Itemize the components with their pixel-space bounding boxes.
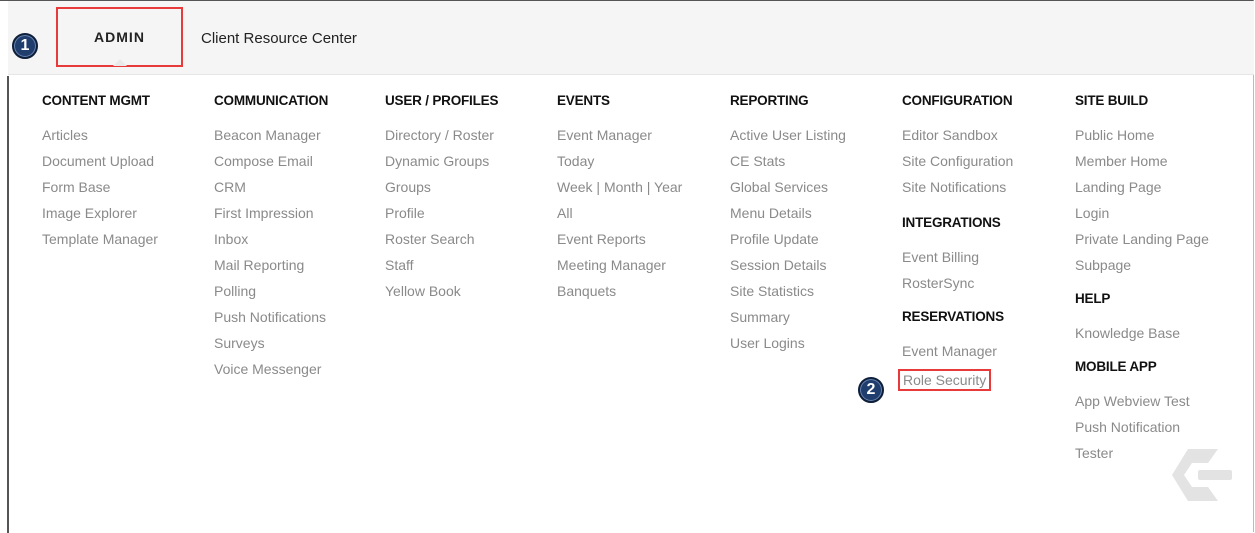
- menu-item-groups[interactable]: Groups: [385, 179, 498, 205]
- menu-item-site-configuration[interactable]: Site Configuration: [902, 153, 1013, 179]
- brand-logo-icon: [1172, 449, 1232, 501]
- menu-item-push-notifications[interactable]: Push Notifications: [214, 309, 328, 335]
- menu-item-active-user-listing[interactable]: Active User Listing: [730, 127, 846, 153]
- menu-heading-communication: COMMUNICATION: [214, 93, 329, 108]
- menu-item-subpage[interactable]: Subpage: [1075, 257, 1209, 283]
- menu-item-today[interactable]: Today: [557, 153, 682, 179]
- menu-column-user-profiles: USER / PROFILES Directory / Roster Dynam…: [385, 93, 498, 309]
- menu-item-template-manager[interactable]: Template Manager: [42, 231, 158, 257]
- menu-item-roster-search[interactable]: Roster Search: [385, 231, 498, 257]
- menu-item-event-reports[interactable]: Event Reports: [557, 231, 682, 257]
- menu-column-configuration: CONFIGURATION Editor Sandbox Site Config…: [898, 93, 1013, 395]
- menu-item-meeting-manager[interactable]: Meeting Manager: [557, 257, 682, 283]
- menu-column-content-mgmt: CONTENT MGMT Articles Document Upload Fo…: [42, 93, 158, 257]
- menu-item-week-month-year[interactable]: Week | Month | Year: [557, 179, 682, 205]
- menu-heading-reporting: REPORTING: [730, 93, 809, 108]
- menu-item-directory-roster[interactable]: Directory / Roster: [385, 127, 498, 153]
- menu-item-login[interactable]: Login: [1075, 205, 1209, 231]
- menu-item-reservations-event-manager[interactable]: Event Manager: [902, 343, 1013, 369]
- menu-item-articles[interactable]: Articles: [42, 127, 158, 153]
- menu-item-voice-messenger[interactable]: Voice Messenger: [214, 361, 328, 387]
- menu-item-surveys[interactable]: Surveys: [214, 335, 328, 361]
- menu-item-public-home[interactable]: Public Home: [1075, 127, 1209, 153]
- menu-item-beacon-manager[interactable]: Beacon Manager: [214, 127, 328, 153]
- menu-item-profile[interactable]: Profile: [385, 205, 498, 231]
- menu-heading-user-profiles: USER / PROFILES: [385, 93, 499, 108]
- menu-item-knowledge-base[interactable]: Knowledge Base: [1075, 325, 1209, 351]
- menu-heading-events: EVENTS: [557, 93, 610, 108]
- menu-item-yellow-book[interactable]: Yellow Book: [385, 283, 498, 309]
- menu-item-user-logins[interactable]: User Logins: [730, 335, 846, 361]
- menu-heading-help: HELP: [1075, 291, 1111, 306]
- menu-item-role-security[interactable]: Role Security: [898, 369, 992, 391]
- menu-heading-content-mgmt: CONTENT MGMT: [42, 93, 150, 108]
- menu-item-profile-update[interactable]: Profile Update: [730, 231, 846, 257]
- step-badge-2: 2: [858, 377, 884, 403]
- dropdown-caret-icon: [112, 59, 127, 66]
- menu-item-summary[interactable]: Summary: [730, 309, 846, 335]
- menu-item-first-impression[interactable]: First Impression: [214, 205, 328, 231]
- menu-item-polling[interactable]: Polling: [214, 283, 328, 309]
- menu-item-event-manager[interactable]: Event Manager: [557, 127, 682, 153]
- menu-heading-configuration: CONFIGURATION: [902, 93, 1013, 108]
- menu-item-all[interactable]: All: [557, 205, 682, 231]
- nav-tab-admin[interactable]: ADMIN: [56, 7, 183, 67]
- menu-item-landing-page[interactable]: Landing Page: [1075, 179, 1209, 205]
- menu-item-crm[interactable]: CRM: [214, 179, 328, 205]
- menu-item-image-explorer[interactable]: Image Explorer: [42, 205, 158, 231]
- menu-heading-reservations: RESERVATIONS: [902, 309, 1004, 324]
- menu-heading-site-build: SITE BUILD: [1075, 93, 1149, 108]
- menu-column-communication: COMMUNICATION Beacon Manager Compose Ema…: [214, 93, 328, 387]
- menu-item-site-notifications[interactable]: Site Notifications: [902, 179, 1013, 205]
- menu-item-mail-reporting[interactable]: Mail Reporting: [214, 257, 328, 283]
- menu-item-member-home[interactable]: Member Home: [1075, 153, 1209, 179]
- menu-item-app-webview-test[interactable]: App Webview Test: [1075, 393, 1209, 419]
- menu-item-banquets[interactable]: Banquets: [557, 283, 682, 309]
- menu-column-site-build: SITE BUILD Public Home Member Home Landi…: [1075, 93, 1209, 471]
- menu-item-global-services[interactable]: Global Services: [730, 179, 846, 205]
- menu-item-menu-details[interactable]: Menu Details: [730, 205, 846, 231]
- menu-item-ce-stats[interactable]: CE Stats: [730, 153, 846, 179]
- menu-item-compose-email[interactable]: Compose Email: [214, 153, 328, 179]
- menu-column-reporting: REPORTING Active User Listing CE Stats G…: [730, 93, 846, 361]
- menu-item-editor-sandbox[interactable]: Editor Sandbox: [902, 127, 1013, 153]
- menu-item-form-base[interactable]: Form Base: [42, 179, 158, 205]
- left-border: [7, 76, 9, 533]
- menu-item-dynamic-groups[interactable]: Dynamic Groups: [385, 153, 498, 179]
- menu-item-rostersync[interactable]: RosterSync: [902, 275, 1013, 301]
- top-nav-bar: [8, 1, 1254, 75]
- menu-heading-integrations: INTEGRATIONS: [902, 215, 1001, 230]
- menu-item-event-billing[interactable]: Event Billing: [902, 249, 1013, 275]
- nav-tab-client-resource-center[interactable]: Client Resource Center: [201, 30, 357, 47]
- nav-tab-admin-label: ADMIN: [94, 29, 145, 45]
- menu-item-staff[interactable]: Staff: [385, 257, 498, 283]
- menu-item-push-notification[interactable]: Push Notification: [1075, 419, 1209, 445]
- menu-item-private-landing-page[interactable]: Private Landing Page: [1075, 231, 1209, 257]
- menu-item-document-upload[interactable]: Document Upload: [42, 153, 158, 179]
- step-badge-1: 1: [12, 33, 38, 59]
- menu-item-site-statistics[interactable]: Site Statistics: [730, 283, 846, 309]
- menu-column-events: EVENTS Event Manager Today Week | Month …: [557, 93, 682, 309]
- role-security-wrapper: Role Security: [898, 369, 1013, 395]
- menu-heading-mobile-app: MOBILE APP: [1075, 359, 1157, 374]
- menu-item-session-details[interactable]: Session Details: [730, 257, 846, 283]
- menu-item-inbox[interactable]: Inbox: [214, 231, 328, 257]
